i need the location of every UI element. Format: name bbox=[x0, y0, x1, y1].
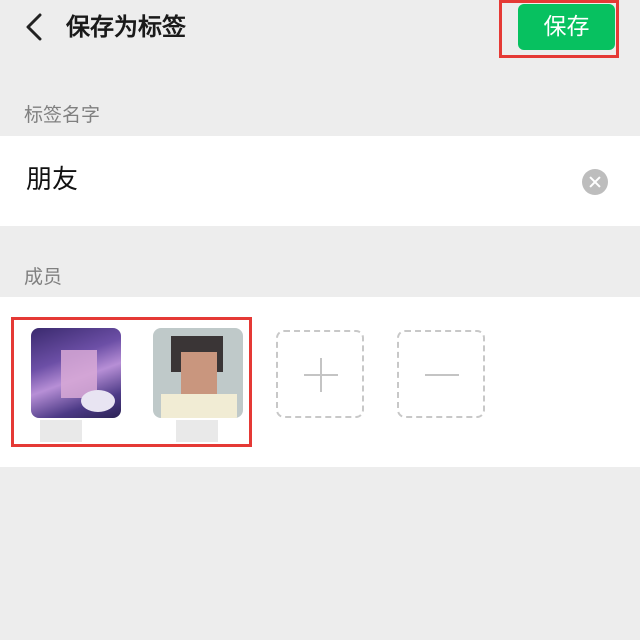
add-member-button[interactable] bbox=[276, 330, 364, 418]
save-button-highlight bbox=[499, 0, 619, 58]
plus-icon-vertical bbox=[320, 358, 322, 392]
members-highlight bbox=[11, 317, 252, 447]
back-chevron-icon[interactable] bbox=[22, 13, 46, 41]
members-section-label: 成员 bbox=[24, 266, 63, 288]
remove-member-button[interactable] bbox=[397, 330, 485, 418]
tag-name-section-label: 标签名字 bbox=[24, 104, 101, 126]
clear-icon[interactable] bbox=[582, 169, 608, 195]
tag-name-input[interactable]: 朋友 bbox=[26, 162, 78, 198]
tag-name-row[interactable]: 朋友 bbox=[0, 136, 640, 226]
page-title: 保存为标签 bbox=[66, 13, 186, 41]
minus-icon bbox=[425, 374, 459, 376]
